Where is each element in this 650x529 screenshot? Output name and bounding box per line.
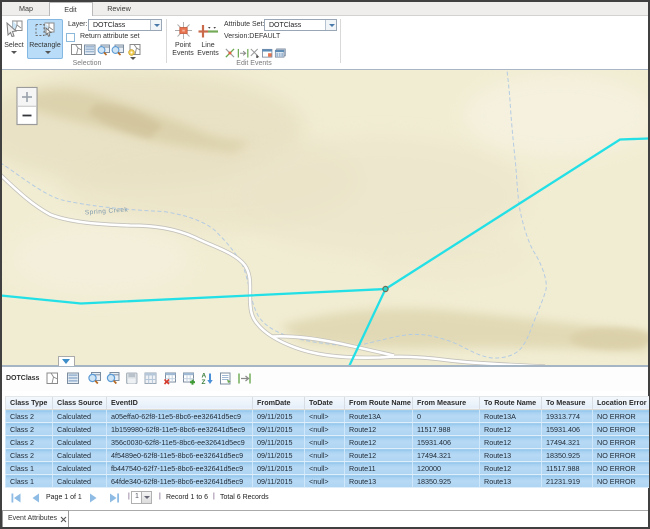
svg-text:Z: Z xyxy=(201,379,205,385)
